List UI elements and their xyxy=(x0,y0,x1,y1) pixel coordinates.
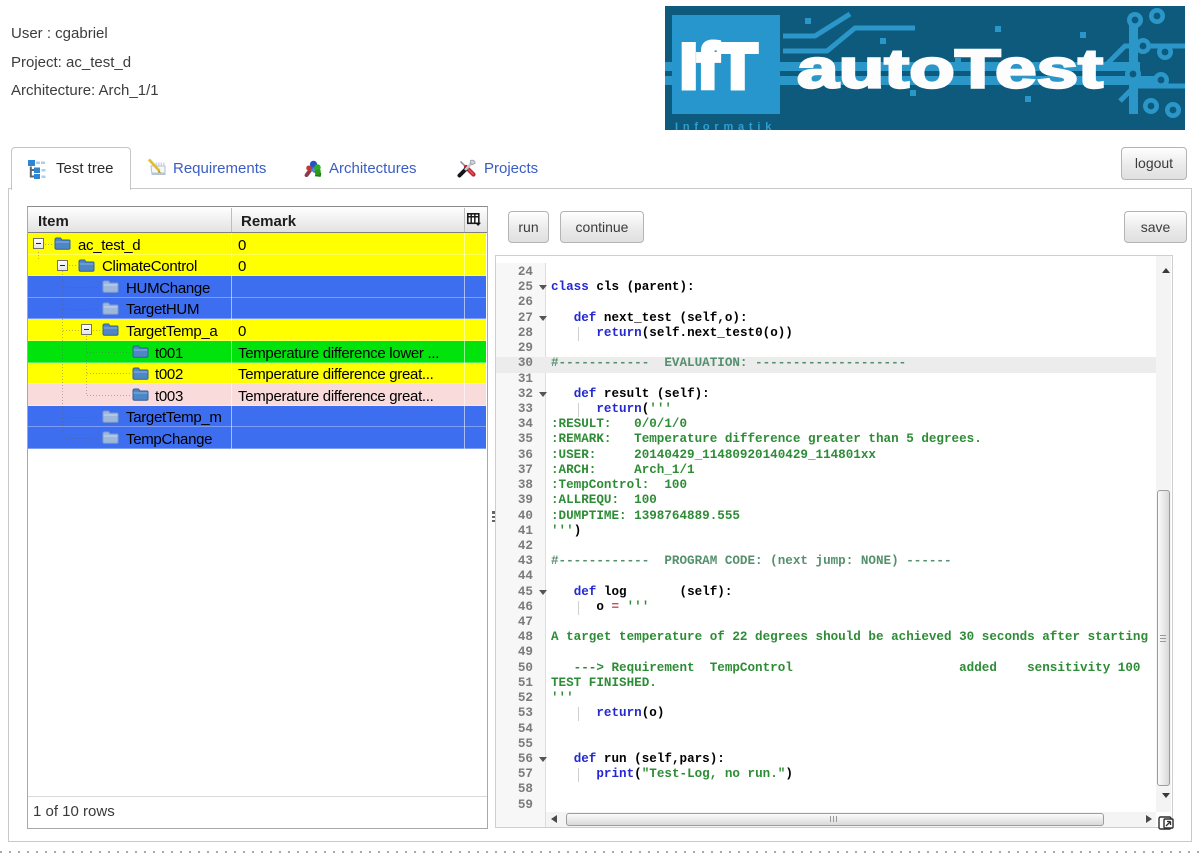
svg-text:Informatik: Informatik xyxy=(675,121,776,130)
svg-text:IfT: IfT xyxy=(680,32,757,102)
svg-text:autoTest: autoTest xyxy=(797,38,1103,99)
